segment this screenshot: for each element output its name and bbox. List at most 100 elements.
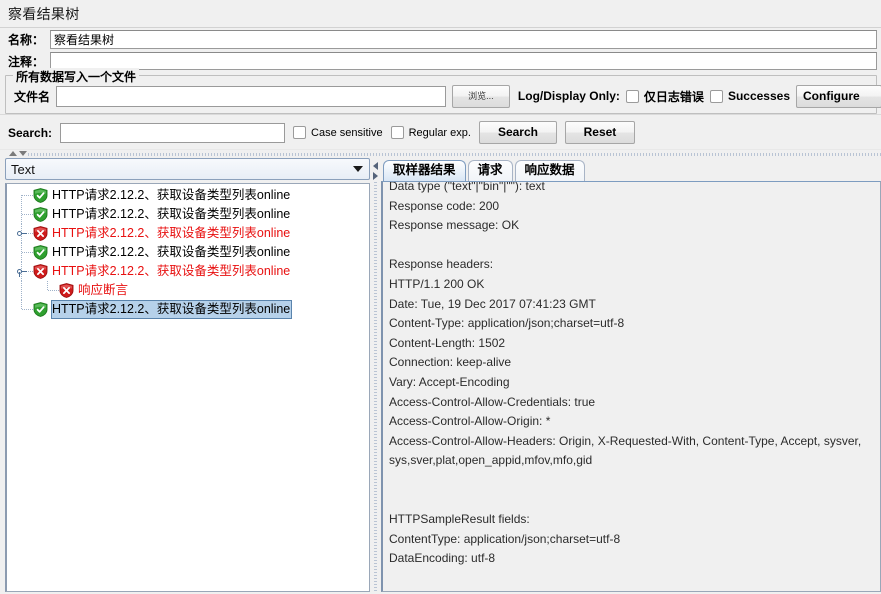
tree-guide-line: [22, 252, 33, 253]
sampler-result-line: Content-Type: application/json;charset=u…: [389, 316, 625, 331]
sampler-result-line: Vary: Accept-Encoding: [389, 374, 510, 389]
regular-exp-checkbox-box[interactable]: [390, 126, 404, 139]
successes-checkbox[interactable]: Successes: [709, 89, 790, 103]
tree-node-label: HTTP请求2.12.2、获取设备类型列表online: [52, 188, 291, 202]
configure-button[interactable]: Configure: [796, 84, 881, 108]
collapse-right-icon[interactable]: [373, 172, 378, 180]
collapse-up-icon[interactable]: [9, 151, 17, 156]
sampler-result-text[interactable]: Data type ("text"|"bin"|""): text Respons…: [383, 181, 880, 591]
sampler-result-line: Content-Length: 1502: [389, 335, 506, 350]
search-input[interactable]: [60, 122, 286, 143]
sampler-result-line: Response headers:: [389, 257, 494, 272]
tree-node-indent: [7, 281, 59, 300]
errors-only-checkbox-box[interactable]: [625, 89, 639, 103]
tree-node[interactable]: HTTP请求2.12.2、获取设备类型列表online: [7, 186, 369, 214]
tree-node[interactable]: HTTP请求2.12.2、获取设备类型列表online: [7, 224, 369, 243]
tree-node-label: HTTP请求2.12.2、获取设备类型列表online: [52, 264, 291, 278]
vertical-divider-grip: [374, 182, 377, 592]
failure-shield-icon: [33, 264, 48, 279]
sampler-result-line: Access-Control-Allow-Headers: Origin, X-…: [389, 433, 865, 468]
results-tree-panel[interactable]: HTTP请求2.12.2、获取设备类型列表online HTTP请求2.12.2、…: [5, 183, 370, 592]
tree-node-selected[interactable]: HTTP请求2.12.2、获取设备类型列表online: [7, 300, 369, 319]
tree-node-indent: [7, 243, 33, 262]
tree-node-indent: [7, 224, 33, 243]
file-row: 文件名 浏览... Log/Display Only: 仅日志错误 Succes…: [10, 84, 881, 108]
sampler-result-line: [389, 491, 876, 511]
sampler-result-line: Data type ("text"|"bin"|""): text: [389, 181, 545, 193]
sampler-result-line: Access-Control-Allow-Credentials: true: [389, 394, 596, 409]
tree-node-indent: [7, 262, 33, 281]
write-all-data-to-file-group: 所有数据写入一个文件 文件名 浏览... Log/Display Only: 仅…: [5, 68, 881, 114]
case-sensitive-checkbox-box[interactable]: [293, 126, 307, 139]
regular-exp-checkbox[interactable]: Regular exp.: [390, 126, 471, 139]
divider-grip: [28, 153, 881, 156]
horizontal-split-divider[interactable]: [0, 149, 881, 158]
tree-node[interactable]: HTTP请求2.12.2、获取设备类型列表online: [7, 243, 369, 262]
search-label: Search:: [8, 125, 53, 140]
tree-guide-line: [48, 290, 59, 291]
case-sensitive-checkbox-label: Case sensitive: [311, 126, 383, 139]
view-results-tree-window: 察看结果树 名称： 察看结果树 注释： 所有数据写入一个文件 文件名 浏览...…: [0, 0, 881, 594]
tree-node-label: HTTP请求2.12.2、获取设备类型列表online: [52, 207, 291, 221]
filename-label: 文件名: [14, 89, 51, 104]
chevron-down-icon[interactable]: [347, 166, 369, 172]
sampler-result-line: ContentType: application/json;charset=ut…: [389, 531, 621, 546]
success-shield-icon: [33, 188, 48, 203]
comment-label: 注释：: [8, 54, 45, 69]
sampler-result-line: Connection: keep-alive: [389, 355, 512, 370]
successes-checkbox-box[interactable]: [709, 89, 723, 103]
result-tabs: 取样器结果 请求 响应数据: [381, 158, 881, 181]
page-title: 察看结果树: [8, 5, 80, 22]
tree-node-label: HTTP请求2.12.2、获取设备类型列表online: [51, 300, 293, 319]
reset-button[interactable]: Reset: [564, 121, 635, 144]
search-bar: Search: Case sensitive Regular exp. Sear…: [0, 114, 881, 149]
tree-guide-line: [22, 195, 33, 196]
comment-input[interactable]: [50, 52, 877, 70]
renderer-combobox[interactable]: Text: [5, 158, 370, 180]
name-row: 名称： 察看结果树: [0, 28, 881, 50]
window-titlebar: 察看结果树: [0, 0, 881, 27]
sampler-result-line: Access-Control-Allow-Origin: *: [389, 414, 551, 429]
tree-node-label: 响应断言: [78, 283, 129, 297]
tab-1[interactable]: 请求: [467, 160, 513, 181]
main-split-pane: Text HTTP请求2.12.2、获取设备类型列表online HTTP请求2.…: [0, 158, 881, 594]
failure-shield-icon: [59, 283, 74, 298]
sampler-result-line: Date: Tue, 19 Dec 2017 07:41:23 GMT: [389, 296, 596, 311]
regular-exp-checkbox-label: Regular exp.: [408, 126, 471, 139]
sampler-result-panel[interactable]: Data type ("text"|"bin"|""): text Respons…: [381, 181, 881, 592]
tree-guide-line: [22, 309, 33, 310]
tab-2[interactable]: 响应数据: [514, 160, 585, 181]
collapse-left-icon[interactable]: [373, 162, 378, 170]
failure-shield-icon: [33, 226, 48, 241]
renderer-combobox-value: Text: [11, 161, 35, 177]
sampler-result-line: [389, 471, 876, 491]
tree-node[interactable]: HTTP请求2.12.2、获取设备类型列表online: [7, 205, 369, 224]
left-pane: Text HTTP请求2.12.2、获取设备类型列表online HTTP请求2.…: [0, 158, 370, 592]
tree-node-label: HTTP请求2.12.2、获取设备类型列表online: [52, 245, 291, 259]
tab-0[interactable]: 取样器结果: [383, 160, 466, 181]
tree-node-indent: [7, 205, 33, 224]
file-group-title: 所有数据写入一个文件: [13, 68, 140, 85]
name-label: 名称：: [8, 32, 45, 47]
success-shield-icon: [33, 245, 48, 260]
sampler-result-line: Response message: OK: [389, 218, 520, 233]
tree-node[interactable]: 响应断言: [7, 281, 369, 300]
tree-collapse-handle-icon[interactable]: [17, 267, 27, 277]
tree-guide-line: [22, 214, 33, 215]
tree-node-label: HTTP请求2.12.2、获取设备类型列表online: [52, 226, 291, 240]
log-display-only-label: Log/Display Only:: [517, 89, 620, 103]
search-button[interactable]: Search: [478, 121, 557, 144]
success-shield-icon: [33, 302, 48, 317]
case-sensitive-checkbox[interactable]: Case sensitive: [293, 126, 383, 139]
vertical-split-divider[interactable]: [370, 158, 381, 592]
collapse-down-icon[interactable]: [19, 151, 27, 156]
errors-only-checkbox[interactable]: 仅日志错误: [625, 88, 704, 105]
successes-checkbox-label: Successes: [727, 89, 790, 103]
tree-expand-handle-icon[interactable]: [17, 229, 27, 238]
filename-input[interactable]: [56, 85, 446, 107]
name-comment-block: 名称： 察看结果树 注释：: [0, 27, 881, 72]
tree-node[interactable]: HTTP请求2.12.2、获取设备类型列表online: [7, 262, 369, 281]
browse-button[interactable]: 浏览...: [451, 84, 510, 108]
success-shield-icon: [33, 207, 48, 222]
name-input[interactable]: 察看结果树: [50, 29, 877, 49]
